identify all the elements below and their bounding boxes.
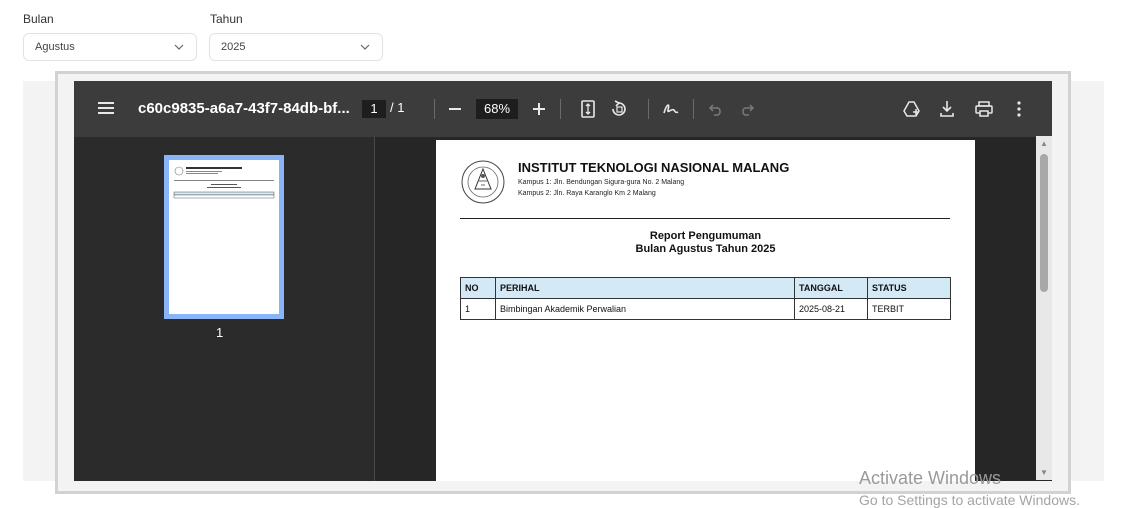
year-select-value: 2025 <box>221 41 246 53</box>
institution-logo <box>461 160 505 204</box>
pdf-page: INSTITUT TEKNOLOGI NASIONAL MALANG Kampu… <box>436 140 975 481</box>
pdf-page-area: INSTITUT TEKNOLOGI NASIONAL MALANG Kampu… <box>375 137 1052 481</box>
redo-icon[interactable] <box>739 102 755 116</box>
report-subtitle: Bulan Agustus Tahun 2025 <box>635 243 776 255</box>
toolbar-divider <box>560 99 561 119</box>
activate-windows-subtitle: Go to Settings to activate Windows. <box>859 492 1080 508</box>
thumbnail-sidebar: 1 <box>74 137 375 481</box>
pdf-viewer: c60c9835-a6a7-43f7-84db-bf... 1 / 1 68% <box>74 81 1052 481</box>
report-table: NO PERIHAL TANGGAL STATUS 1 Bimbingan Ak… <box>460 277 951 320</box>
campus-1-address: Kampus 1: Jln. Bendungan Sigura-gura No.… <box>518 179 685 186</box>
institution-name: INSTITUT TEKNOLOGI NASIONAL MALANG <box>518 160 790 175</box>
page-number-input[interactable]: 1 <box>362 100 386 118</box>
column-header-status: STATUS <box>867 277 951 299</box>
month-select[interactable]: Agustus <box>23 33 197 61</box>
table-row: 1 Bimbingan Akademik Perwalian 2025-08-2… <box>460 298 951 320</box>
undo-icon[interactable] <box>708 102 724 116</box>
page-thumbnail[interactable] <box>164 155 284 319</box>
scrollbar-thumb[interactable] <box>1040 154 1048 292</box>
column-header-tanggal: TANGGAL <box>794 277 868 299</box>
year-label: Tahun <box>210 12 243 26</box>
chevron-down-icon <box>360 44 370 50</box>
thumbnail-page-number: 1 <box>216 325 224 340</box>
fit-page-icon[interactable] <box>581 100 595 118</box>
more-options-icon[interactable] <box>1016 101 1022 117</box>
table-header-row: NO PERIHAL TANGGAL STATUS <box>460 277 951 299</box>
add-to-drive-icon[interactable] <box>903 100 921 118</box>
document-title: c60c9835-a6a7-43f7-84db-bf... <box>138 100 350 117</box>
toolbar-divider <box>434 99 435 119</box>
toolbar-divider <box>693 99 694 119</box>
annotate-icon[interactable] <box>662 100 680 118</box>
cell-tanggal: 2025-08-21 <box>794 298 868 320</box>
rotate-icon[interactable] <box>610 100 628 118</box>
menu-icon[interactable] <box>98 101 114 115</box>
toolbar-divider <box>648 99 649 119</box>
cell-status: TERBIT <box>867 298 951 320</box>
report-title: Report Pengumuman <box>649 230 762 242</box>
thumbnail-preview-graphic <box>173 166 275 199</box>
scroll-down-arrow-icon[interactable]: ▼ <box>1040 468 1048 477</box>
cell-no: 1 <box>460 298 496 320</box>
pdf-toolbar: c60c9835-a6a7-43f7-84db-bf... 1 / 1 68% <box>74 81 1052 137</box>
download-icon[interactable] <box>939 100 955 118</box>
year-select[interactable]: 2025 <box>209 33 383 61</box>
column-header-no: NO <box>460 277 496 299</box>
print-icon[interactable] <box>975 101 993 117</box>
month-select-value: Agustus <box>35 41 75 53</box>
zoom-in-icon[interactable] <box>532 102 546 116</box>
vertical-scrollbar[interactable]: ▲ ▼ <box>1036 136 1052 480</box>
page-total: / 1 <box>390 100 405 115</box>
scroll-up-arrow-icon[interactable]: ▲ <box>1040 139 1048 148</box>
chevron-down-icon <box>174 44 184 50</box>
activate-windows-title: Activate Windows <box>859 468 1002 488</box>
zoom-level[interactable]: 68% <box>476 99 518 119</box>
cell-perihal: Bimbingan Akademik Perwalian <box>495 298 795 320</box>
column-header-perihal: PERIHAL <box>495 277 795 299</box>
campus-2-address: Kampus 2: Jln. Raya Karanglo Km 2 Malang <box>518 190 656 197</box>
thumbnail-page-preview <box>169 160 279 314</box>
zoom-out-icon[interactable] <box>448 103 462 115</box>
header-rule <box>460 218 950 219</box>
month-label: Bulan <box>23 12 54 26</box>
